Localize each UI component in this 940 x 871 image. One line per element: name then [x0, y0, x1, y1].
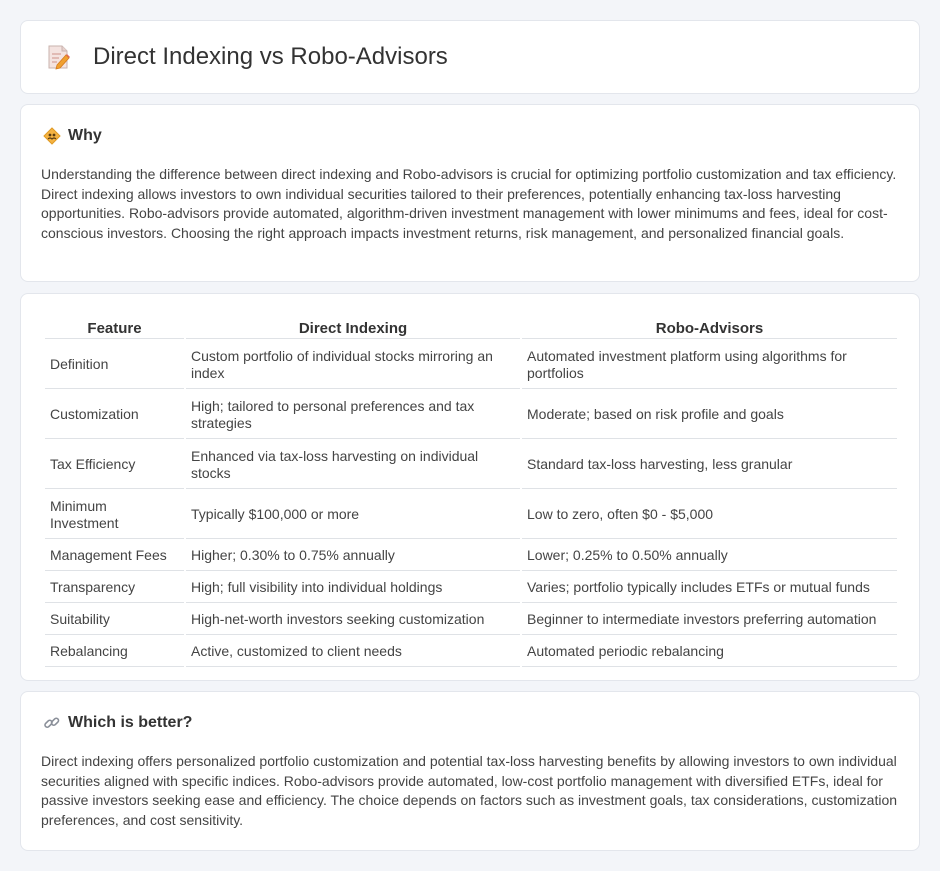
direct-indexing-cell: Enhanced via tax-loss harvesting on indi…	[186, 441, 520, 489]
why-heading: Why	[43, 127, 102, 145]
table-row: Customization High; tailored to personal…	[45, 391, 897, 439]
link-icon	[44, 717, 60, 729]
header-direct-indexing: Direct Indexing	[186, 318, 520, 339]
robo-advisors-cell: Varies; portfolio typically includes ETF…	[522, 573, 897, 603]
title-row: Direct Indexing vs Robo-Advisors	[47, 43, 448, 71]
why-title: Why	[68, 127, 102, 144]
page-title: Direct Indexing vs Robo-Advisors	[93, 43, 448, 70]
direct-indexing-cell: Custom portfolio of individual stocks mi…	[186, 341, 520, 389]
robo-advisors-cell: Standard tax-loss harvesting, less granu…	[522, 441, 897, 489]
direct-indexing-cell: High; full visibility into individual ho…	[186, 573, 520, 603]
table-row: Rebalancing Active, customized to client…	[45, 637, 897, 667]
comparison-table: Feature Direct Indexing Robo-Advisors De…	[43, 316, 899, 669]
robo-advisors-cell: Moderate; based on risk profile and goal…	[522, 391, 897, 439]
which-is-better-section: Which is better? Direct indexing offers …	[20, 691, 920, 851]
feature-cell: Suitability	[45, 605, 184, 635]
why-text: Understanding the difference between dir…	[41, 166, 897, 241]
direct-indexing-cell: Active, customized to client needs	[186, 637, 520, 667]
title-card: Direct Indexing vs Robo-Advisors	[20, 20, 920, 94]
header-robo-advisors: Robo-Advisors	[522, 318, 897, 339]
robo-advisors-cell: Beginner to intermediate investors prefe…	[522, 605, 897, 635]
better-title: Which is better?	[68, 714, 193, 731]
better-heading: Which is better?	[43, 714, 192, 732]
header-feature: Feature	[45, 318, 184, 339]
robo-advisors-cell: Low to zero, often $0 - $5,000	[522, 491, 897, 539]
better-text: Direct indexing offers personalized port…	[41, 753, 898, 828]
robo-advisors-cell: Automated periodic rebalancing	[522, 637, 897, 667]
table-row: Management Fees Higher; 0.30% to 0.75% a…	[45, 541, 897, 571]
table-row: Transparency High; full visibility into …	[45, 573, 897, 603]
direct-indexing-cell: Typically $100,000 or more	[186, 491, 520, 539]
diamond-people-icon	[43, 127, 61, 145]
feature-cell: Transparency	[45, 573, 184, 603]
feature-cell: Minimum Investment	[45, 491, 184, 539]
document-edit-icon	[48, 45, 70, 70]
table-header-row: Feature Direct Indexing Robo-Advisors	[45, 318, 897, 339]
direct-indexing-cell: High-net-worth investors seeking customi…	[186, 605, 520, 635]
feature-cell: Rebalancing	[45, 637, 184, 667]
table-row: Tax Efficiency Enhanced via tax-loss har…	[45, 441, 897, 489]
comparison-section: Feature Direct Indexing Robo-Advisors De…	[20, 293, 920, 681]
table-row: Suitability High-net-worth investors see…	[45, 605, 897, 635]
feature-cell: Definition	[45, 341, 184, 389]
direct-indexing-cell: Higher; 0.30% to 0.75% annually	[186, 541, 520, 571]
feature-cell: Tax Efficiency	[45, 441, 184, 489]
feature-cell: Customization	[45, 391, 184, 439]
robo-advisors-cell: Automated investment platform using algo…	[522, 341, 897, 389]
table-row: Minimum Investment Typically $100,000 or…	[45, 491, 897, 539]
robo-advisors-cell: Lower; 0.25% to 0.50% annually	[522, 541, 897, 571]
why-section: Why Understanding the difference between…	[20, 104, 920, 282]
direct-indexing-cell: High; tailored to personal preferences a…	[186, 391, 520, 439]
table-row: Definition Custom portfolio of individua…	[45, 341, 897, 389]
feature-cell: Management Fees	[45, 541, 184, 571]
